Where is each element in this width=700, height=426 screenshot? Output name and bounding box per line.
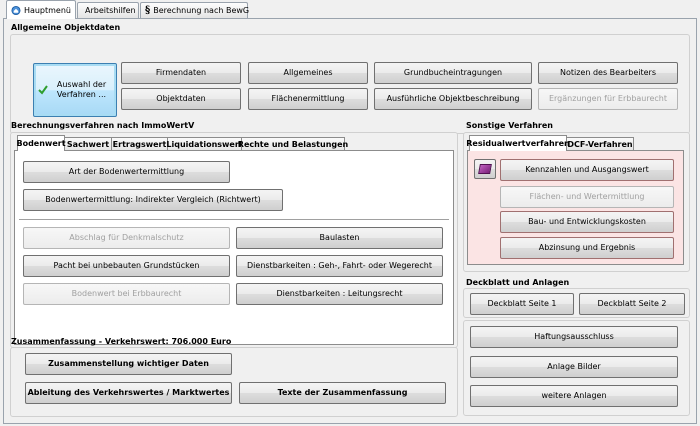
group-objektdaten: Auswahl der Verfahren ... Firmendaten Al… [10,34,690,134]
bau-entwicklungskosten-button[interactable]: Bau- und Entwicklungskosten [500,211,674,233]
ableitung-verkehrswert-button[interactable]: Ableitung des Verkehrswertes / Marktwert… [25,382,232,404]
firmendaten-button[interactable]: Firmendaten [121,62,241,84]
group-title-objektdaten: Allgemeine Objektdaten [11,23,121,32]
group-berechnung: Bodenwert Sachwert Ertragswert Liquidati… [10,132,458,348]
tab-label: Arbeitshilfen [85,6,136,15]
leitungsrecht-button[interactable]: Dienstbarkeiten : Leitungsrecht [236,283,443,305]
tab-liquidationswert[interactable]: Liquidationswert [166,137,243,151]
deckblatt-seite-2-button[interactable]: Deckblatt Seite 2 [579,293,685,315]
tab-label: Hauptmenü [23,5,71,15]
denkmalschutz-button[interactable]: Abschlag für Denkmalschutz [23,227,230,249]
notizen-button[interactable]: Notizen des Bearbeiters [538,62,678,84]
auswahl-verfahren-button[interactable]: Auswahl der Verfahren ... [33,63,117,117]
residualwert-tabpage: Kennzahlen und Ausgangswert Flächen- und… [467,150,684,265]
group-sonstige: Residualwertverfahren DCF-Verfahren Kenn… [463,132,690,272]
deckblatt-seite-1-button[interactable]: Deckblatt Seite 1 [470,293,574,315]
baulasten-button[interactable]: Baulasten [236,227,443,249]
tab-sachwert[interactable]: Sachwert [64,137,112,151]
grundbucheintragungen-button[interactable]: Grundbucheintragungen [374,62,532,84]
group-deckblatt: Deckblatt Seite 1 Deckblatt Seite 2 [463,288,690,318]
anlage-bilder-button[interactable]: Anlage Bilder [470,356,678,378]
tab-berechnung-bewg[interactable]: § Berechnung nach BewG [140,2,250,18]
group-title-berechnung: Berechnungsverfahren nach ImmoWertV [11,121,195,130]
indirekter-vergleich-button[interactable]: Bodenwertermittlung: Indirekter Vergleic… [23,189,283,211]
home-icon [11,5,21,15]
wegerecht-button[interactable]: Dienstbarkeiten : Geh-, Fahrt- oder Wege… [236,255,443,277]
group-zusammenfassung: Zusammenstellung wichtiger Daten Ableitu… [10,347,458,417]
tab-residualwertverfahren[interactable]: Residualwertverfahren [466,135,570,151]
haftungsausschluss-button[interactable]: Haftungsausschluss [470,326,678,348]
tab-rechte-belastungen[interactable]: Rechte und Belastungen [238,137,348,151]
objektbeschreibung-button[interactable]: Ausführliche Objektbeschreibung [374,88,532,110]
art-bodenwertermittlung-button[interactable]: Art der Bodenwertermittlung [23,161,230,183]
tab-arbeitshilfen[interactable]: Arbeitshilfen [77,2,139,18]
flaechen-wertermittlung-button[interactable]: Flächen- und Wertermittlung [500,186,674,208]
book-icon [478,164,492,174]
tab-label: Berechnung nach BewG [153,6,250,15]
check-icon [38,85,48,95]
pacht-button[interactable]: Pacht bei unbebauten Grundstücken [23,255,230,277]
bodenwert-erbbaurecht-button[interactable]: Bodenwert bei Erbbaurecht [23,283,230,305]
group-title-zusammenfassung: Zusammenfassung - Verkehrswert: 706.000 … [11,337,232,346]
tab-ertragswert[interactable]: Ertragswert [111,137,168,151]
bodenwert-tabpage: Art der Bodenwertermittlung Bodenwerterm… [14,150,454,345]
allgemeines-button[interactable]: Allgemeines [248,62,368,84]
objektdaten-button[interactable]: Objektdaten [121,88,241,110]
weitere-anlagen-button[interactable]: weitere Anlagen [470,385,678,407]
erbbaurecht-ergaenzungen-button[interactable]: Ergänzungen für Erbbaurecht [538,88,678,110]
residual-book-button[interactable] [474,159,496,179]
texte-zusammenfassung-button[interactable]: Texte der Zusammenfassung [239,382,446,404]
kennzahlen-button[interactable]: Kennzahlen und Ausgangswert [500,159,674,181]
zusammenstellung-button[interactable]: Zusammenstellung wichtiger Daten [25,353,232,375]
tab-bodenwert[interactable]: Bodenwert [16,135,66,151]
tab-hauptmenue[interactable]: Hauptmenü [6,0,76,19]
main-panel: Allgemeine Objektdaten Auswahl der Verfa… [3,18,697,424]
abzinsung-ergebnis-button[interactable]: Abzinsung und Ergebnis [500,237,674,259]
group-title-sonstige: Sonstige Verfahren [466,121,553,130]
group-title-deckblatt: Deckblatt und Anlagen [466,278,570,287]
tab-dcf-verfahren[interactable]: DCF-Verfahren [566,137,634,151]
paragraph-icon: § [145,5,151,16]
separator [19,219,449,220]
group-anlagen: Haftungsausschluss Anlage Bilder weitere… [463,320,690,416]
flaechenermittlung-button[interactable]: Flächenermittlung [248,88,368,110]
